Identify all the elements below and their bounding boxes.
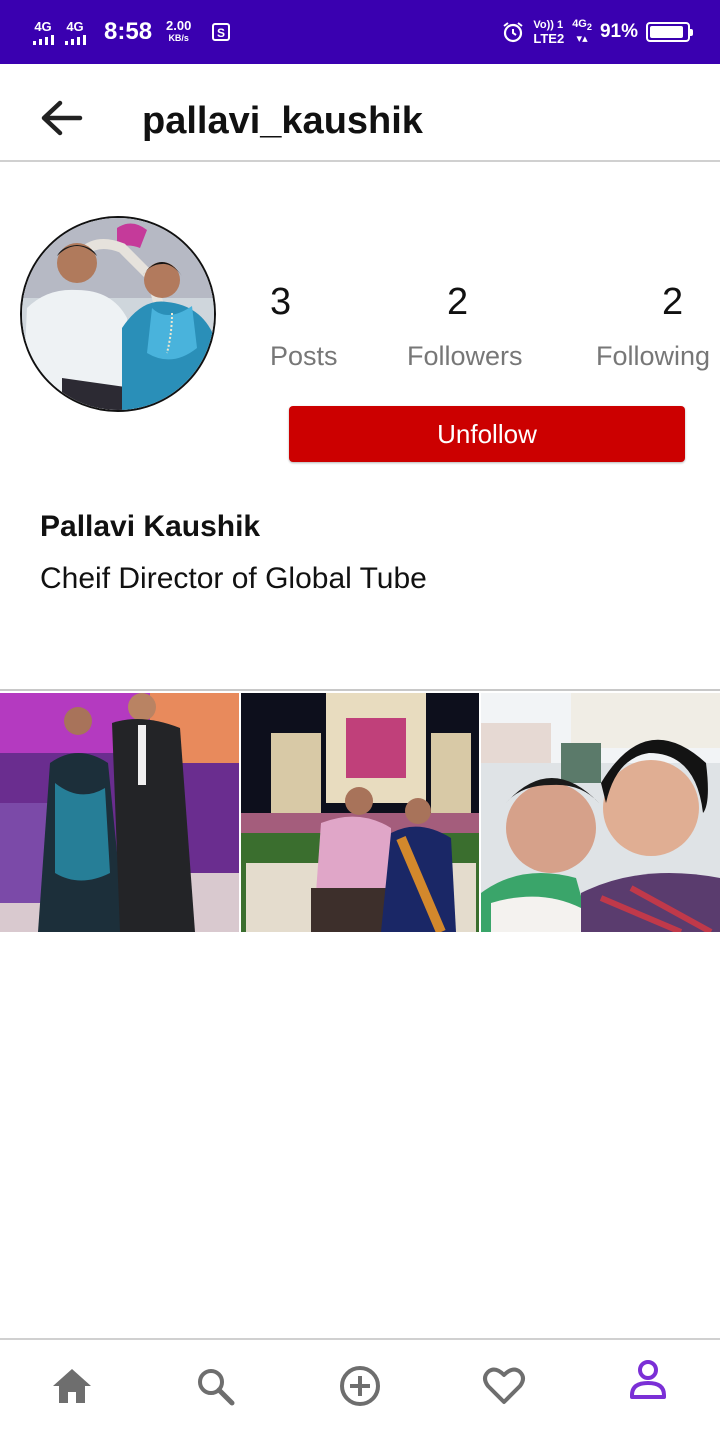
volte-indicator: Vo)) 1 LTE2: [533, 19, 564, 45]
data-indicator: 4G2 ▾▴: [572, 19, 592, 44]
avatar-photo: [22, 218, 214, 410]
posts-label: Posts: [270, 341, 338, 371]
network-indicator-1: 4G: [30, 20, 56, 45]
data-type: 4G: [572, 18, 587, 31]
profile-icon: [630, 1360, 666, 1399]
profile-avatar[interactable]: [20, 216, 216, 412]
clock: 8:58: [104, 18, 153, 45]
search-icon: [198, 1369, 235, 1406]
nav-add-post[interactable]: [334, 1360, 386, 1412]
bottom-navigation: [0, 1338, 720, 1436]
status-bar-right: Vo)) 1 LTE2 4G2 ▾▴ 91%: [501, 0, 693, 64]
followers-stat[interactable]: 2 Followers: [407, 280, 523, 372]
post-thumbnail[interactable]: [0, 693, 239, 932]
grid-divider: [0, 689, 720, 691]
network-speed: 2.00 KB/s: [166, 18, 192, 44]
posts-grid: [0, 693, 720, 932]
post-thumbnail[interactable]: [240, 693, 480, 932]
svg-text:S: S: [217, 26, 225, 40]
battery-fill: [650, 26, 683, 38]
battery-percent: 91%: [599, 21, 638, 42]
unfollow-button[interactable]: Unfollow: [289, 406, 685, 462]
nav-home[interactable]: [46, 1360, 98, 1412]
screenshot-app-icon: S: [212, 23, 231, 41]
signal-bars-icon: [64, 34, 86, 45]
status-bar: 4G 4G 8:58 2.00 KB/s S Vo)) 1 LTE2 4G2 ▾: [0, 0, 720, 64]
home-icon: [53, 1369, 91, 1403]
network-speed-unit: KB/s: [168, 33, 189, 43]
post-photo-3: [481, 693, 720, 932]
network-type-2: 4G: [66, 18, 84, 34]
network-speed-value: 2.00: [166, 18, 192, 33]
nav-search[interactable]: [189, 1360, 241, 1412]
posts-count: 3: [270, 281, 292, 323]
signal-bars-icon: [32, 34, 54, 45]
post-thumbnail[interactable]: [481, 693, 720, 932]
posts-stat: 3 Posts: [270, 280, 338, 372]
following-label: Following: [596, 341, 711, 371]
data-sim: 2: [586, 22, 592, 33]
network-type-1: 4G: [34, 18, 52, 34]
profile-bio: Cheif Director of Global Tube: [40, 562, 427, 595]
network-indicator-2: 4G: [62, 20, 88, 45]
post-photo-2: [240, 693, 480, 932]
alarm-icon: [503, 22, 523, 43]
nav-profile[interactable]: [622, 1354, 674, 1406]
data-arrows-icon: ▾▴: [576, 32, 588, 45]
following-count: 2: [662, 281, 684, 323]
status-bar-left: 4G 4G 8:58 2.00 KB/s S: [30, 0, 231, 64]
heart-icon: [483, 1367, 525, 1404]
back-arrow-icon[interactable]: [38, 98, 84, 138]
nav-activity[interactable]: [478, 1360, 530, 1412]
profile-username: pallavi_kaushik: [142, 100, 423, 142]
add-circle-icon: [340, 1366, 380, 1406]
volte-bottom: LTE2: [533, 31, 565, 46]
battery-icon: [646, 22, 693, 42]
followers-label: Followers: [407, 341, 523, 371]
post-photo-1: [0, 693, 239, 932]
profile-full-name: Pallavi Kaushik: [40, 510, 261, 543]
app-header: pallavi_kaushik: [0, 64, 720, 162]
followers-count: 2: [447, 281, 469, 323]
following-stat[interactable]: 2 Following: [596, 280, 710, 372]
